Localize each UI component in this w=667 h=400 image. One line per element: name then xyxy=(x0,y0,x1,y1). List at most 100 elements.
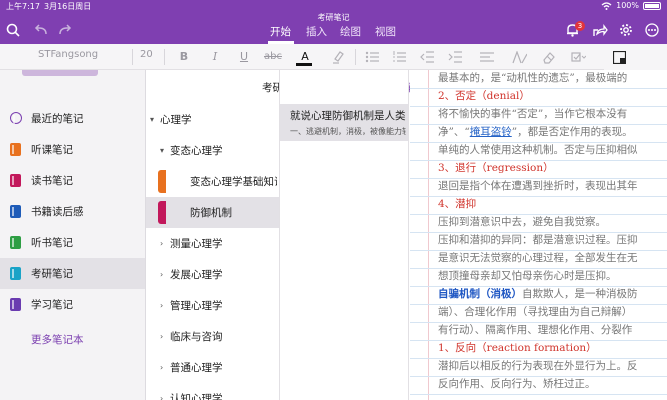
note-text: 自欺欺人，是一种消极防 xyxy=(522,288,638,300)
notification-badge: 3 xyxy=(575,21,585,31)
section-item[interactable]: 防御机制 xyxy=(146,197,279,228)
note-line: 压抑和潜抑的异同：都是潜意识过程。压抑 xyxy=(438,234,667,247)
format-toolbar: STFangsong 20 B I U abc A xyxy=(0,44,667,70)
tab-insert[interactable]: 插入 xyxy=(306,24,327,39)
status-indicators: 100% xyxy=(601,1,661,10)
section-item[interactable]: › 普通心理学 xyxy=(146,352,279,383)
outdent-icon[interactable] xyxy=(420,48,434,66)
share-icon[interactable] xyxy=(591,21,609,39)
chevron-down-icon[interactable]: ▾ xyxy=(160,146,164,155)
section-item[interactable]: 变态心理学基础知识 xyxy=(146,166,279,197)
chevron-right-icon[interactable]: › xyxy=(160,394,163,400)
note-line: 单纯的人常使用这种机制。否定与压抑相似 xyxy=(438,144,667,157)
notebook-label: 读书笔记 xyxy=(31,175,73,187)
italic-button[interactable]: I xyxy=(208,48,222,66)
ruled-line xyxy=(410,322,667,323)
notebook-item[interactable]: 最近的笔记 xyxy=(0,103,145,134)
bullet-list-icon[interactable] xyxy=(365,48,379,66)
section-label: 变态心理学 xyxy=(170,145,223,157)
notebook-item[interactable]: 学习笔记 xyxy=(0,289,145,320)
note-line: 3、退行（regression） xyxy=(438,162,667,175)
ruled-line xyxy=(410,268,667,269)
section-item[interactable]: ▾ 心理学 xyxy=(146,104,279,135)
section-label: 临床与咨询 xyxy=(170,331,223,343)
note-line: 4、潜抑 xyxy=(438,198,667,211)
note-line: 2、否定（denial） xyxy=(438,90,667,103)
section-item[interactable]: ▾ 变态心理学 xyxy=(146,135,279,166)
note-text: 将不愉快的事件“否定”，当作它根本没有 xyxy=(438,108,628,120)
styles-icon[interactable] xyxy=(512,48,528,66)
highlighter-icon[interactable] xyxy=(331,48,345,66)
paragraph-format-icon[interactable] xyxy=(480,48,494,66)
clock-icon xyxy=(10,112,22,124)
section-color-tab xyxy=(158,170,166,193)
more-icon[interactable] xyxy=(643,21,661,39)
tab-view[interactable]: 视图 xyxy=(375,24,396,39)
section-label: 普通心理学 xyxy=(170,362,223,374)
note-text: ”，都是否定作用的表现。 xyxy=(511,126,633,138)
clear-format-icon[interactable] xyxy=(541,48,555,66)
ruled-line xyxy=(410,124,667,125)
section-label: 发展心理学 xyxy=(170,269,223,281)
tab-draw[interactable]: 绘图 xyxy=(340,24,361,39)
section-label: 管理心理学 xyxy=(170,300,223,312)
note-text: 自骗机制（消极） xyxy=(438,288,522,300)
chevron-right-icon[interactable]: › xyxy=(160,239,163,248)
underline-button[interactable]: U xyxy=(237,48,251,66)
section-item[interactable]: › 管理心理学 xyxy=(146,290,279,321)
bold-button[interactable]: B xyxy=(177,48,191,66)
gear-icon[interactable] xyxy=(617,21,635,39)
notebook-item[interactable]: 听课笔记 xyxy=(0,134,145,165)
chevron-right-icon[interactable]: › xyxy=(160,363,163,372)
chevron-right-icon[interactable]: › xyxy=(160,332,163,341)
note-canvas[interactable]: 最基本的，是“动机性的遗忘”，最极端的 2、否定（denial） 将不愉快的事件“否… xyxy=(410,70,667,400)
notebook-item[interactable]: 考研笔记 xyxy=(0,258,145,289)
redo-icon[interactable] xyxy=(56,21,74,39)
search-icon[interactable] xyxy=(4,21,22,39)
ruled-line xyxy=(410,196,667,197)
section-label: 测量心理学 xyxy=(170,238,223,250)
ruled-line xyxy=(410,394,667,395)
note-text: 有行动）、隔离作用、理想化作用、分裂作 xyxy=(438,324,633,336)
status-date: 3月16日周日 xyxy=(44,2,92,11)
note-text[interactable]: 掩耳盗铃 xyxy=(470,126,512,138)
section-item[interactable]: › 临床与咨询 xyxy=(146,321,279,352)
note-line: 退回是指个体在遭遇到挫折时，表现出其年 xyxy=(438,180,667,193)
chevron-right-icon[interactable]: › xyxy=(160,270,163,279)
page-preview: 一、逃避机制，消极，被像能力较弱 xyxy=(290,127,406,136)
note-container-icon[interactable] xyxy=(612,48,626,66)
note-text: 反向作用、反向行为、矫枉过正。 xyxy=(438,378,596,390)
section-label: 防御机制 xyxy=(190,207,232,219)
note-line: 净”、“掩耳盗铃”，都是否定作用的表现。 xyxy=(438,126,667,139)
font-size-field[interactable]: 20 xyxy=(140,49,153,60)
chevron-right-icon[interactable]: › xyxy=(160,301,163,310)
section-item[interactable]: › 发展心理学 xyxy=(146,259,279,290)
section-navigation: ▾ 心理学 ▾ 变态心理学 变态心理学基础知识 防御机制 › 测量心理学 › 发展心理学 › 管理心理… xyxy=(146,70,279,400)
chevron-down-icon[interactable]: ▾ xyxy=(150,115,154,124)
note-line: 有行动）、隔离作用、理想化作用、分裂作 xyxy=(438,324,667,337)
notebook-item[interactable]: 读书笔记 xyxy=(0,165,145,196)
status-time: 上午7:17 xyxy=(6,2,40,11)
tab-home[interactable]: 开始 xyxy=(270,24,291,39)
note-text: 潜抑后以相反的行为表现在外显行为上。反 xyxy=(438,360,638,372)
ruled-line xyxy=(410,214,667,215)
strikethrough-button[interactable]: abc xyxy=(264,48,282,66)
notebook-item[interactable]: 听书笔记 xyxy=(0,227,145,258)
undo-icon[interactable] xyxy=(32,21,50,39)
ruled-line xyxy=(410,232,667,233)
notebook-label: 学习笔记 xyxy=(31,299,73,311)
tag-icon[interactable] xyxy=(571,48,587,66)
more-notebooks-link[interactable]: 更多笔记本 xyxy=(31,332,84,347)
section-item[interactable]: › 认知心理学 xyxy=(146,383,279,400)
notebook-item[interactable]: 书籍读后感 xyxy=(0,196,145,227)
note-text: 退回是指个体在遭遇到挫折时，表现出其年 xyxy=(438,180,638,192)
indent-icon[interactable] xyxy=(448,48,462,66)
numbered-list-icon[interactable] xyxy=(392,48,406,66)
notebook-icon xyxy=(10,298,21,311)
section-item[interactable]: › 测量心理学 xyxy=(146,228,279,259)
note-text: 是意识无法觉察的心理过程，全部发生在无 xyxy=(438,252,638,264)
page-item[interactable]: 就说心理防御机制是人类的 一、逃避机制，消极，被像能力较弱 xyxy=(280,104,408,141)
page-list: 就说心理防御机制是人类的 一、逃避机制，消极，被像能力较弱 xyxy=(279,70,409,400)
toolbar-divider xyxy=(355,49,356,65)
font-family-field[interactable]: STFangsong xyxy=(38,49,98,60)
